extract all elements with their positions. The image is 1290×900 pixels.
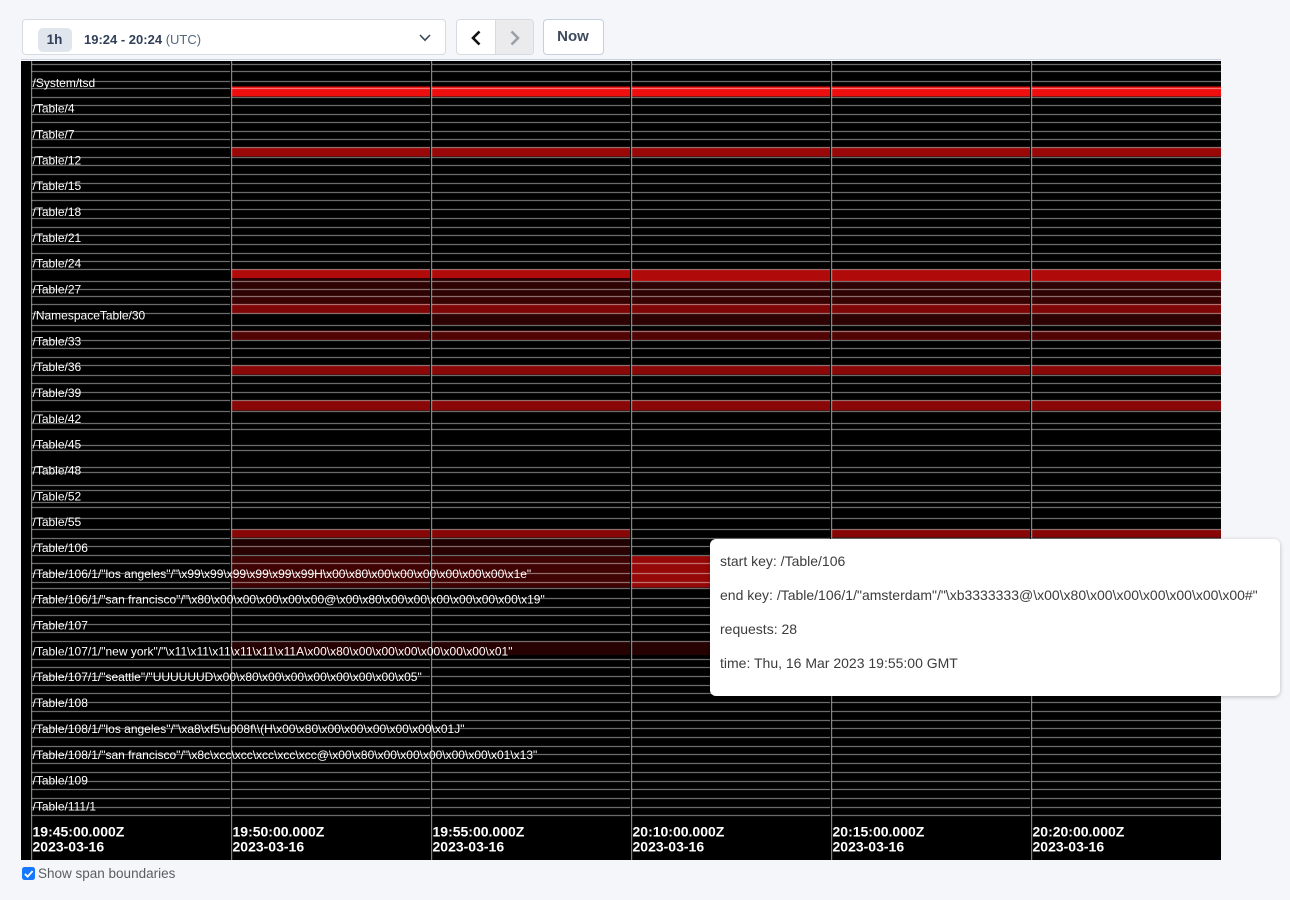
svg-text:/Table/108/1/"san francisco"/": /Table/108/1/"san francisco"/"\x8c\xcc\x… [33, 748, 538, 762]
svg-text:/Table/7: /Table/7 [33, 128, 75, 142]
svg-text:/Table/15: /Table/15 [33, 179, 82, 193]
svg-text:/Table/39: /Table/39 [33, 386, 82, 400]
svg-text:/Table/52: /Table/52 [33, 489, 82, 503]
svg-text:/Table/21: /Table/21 [33, 231, 82, 245]
svg-text:2023-03-16: 2023-03-16 [233, 839, 305, 855]
svg-text:2023-03-16: 2023-03-16 [833, 839, 905, 855]
svg-text:/Table/106/1/"los angeles"/"\x: /Table/106/1/"los angeles"/"\x99\x99\x99… [33, 567, 532, 581]
svg-text:/Table/108: /Table/108 [33, 696, 89, 710]
svg-text:/Table/109: /Table/109 [33, 774, 89, 788]
svg-text:/Table/107/1/"seattle"/"UUUUUU: /Table/107/1/"seattle"/"UUUUUUD\x00\x80\… [33, 670, 422, 684]
svg-text:19:55:00.000Z: 19:55:00.000Z [433, 824, 525, 840]
svg-text:/Table/42: /Table/42 [33, 412, 82, 426]
svg-text:/Table/106: /Table/106 [33, 541, 89, 555]
svg-text:/Table/107: /Table/107 [33, 619, 89, 633]
svg-text:/Table/36: /Table/36 [33, 360, 82, 374]
svg-text:20:20:00.000Z: 20:20:00.000Z [1033, 824, 1125, 840]
svg-text:/System/tsd: /System/tsd [33, 76, 96, 90]
svg-text:/Table/27: /Table/27 [33, 283, 82, 297]
svg-text:/Table/24: /Table/24 [33, 257, 82, 271]
svg-text:/Table/33: /Table/33 [33, 334, 82, 348]
svg-text:/NamespaceTable/30: /NamespaceTable/30 [33, 308, 146, 322]
svg-text:/Table/55: /Table/55 [33, 515, 82, 529]
svg-text:19:50:00.000Z: 19:50:00.000Z [233, 824, 325, 840]
svg-text:/Table/107/1/"new york"/"\x11\: /Table/107/1/"new york"/"\x11\x11\x11\x1… [33, 644, 513, 658]
svg-text:19:45:00.000Z: 19:45:00.000Z [33, 824, 125, 840]
svg-text:/Table/45: /Table/45 [33, 438, 82, 452]
svg-text:/Table/108/1/"los angeles"/"\x: /Table/108/1/"los angeles"/"\xa8\xf5\u00… [33, 722, 465, 736]
svg-text:20:15:00.000Z: 20:15:00.000Z [833, 824, 925, 840]
svg-text:/Table/4: /Table/4 [33, 102, 75, 116]
svg-text:20:10:00.000Z: 20:10:00.000Z [633, 824, 725, 840]
svg-text:/Table/12: /Table/12 [33, 153, 82, 167]
svg-text:/Table/18: /Table/18 [33, 205, 82, 219]
svg-text:2023-03-16: 2023-03-16 [433, 839, 505, 855]
svg-text:2023-03-16: 2023-03-16 [33, 839, 105, 855]
svg-text:2023-03-16: 2023-03-16 [633, 839, 705, 855]
svg-text:/Table/106/1/"san francisco"/": /Table/106/1/"san francisco"/"\x80\x00\x… [33, 593, 545, 607]
svg-text:2023-03-16: 2023-03-16 [1033, 839, 1105, 855]
svg-text:/Table/48: /Table/48 [33, 464, 82, 478]
svg-text:/Table/111/1: /Table/111/1 [33, 800, 97, 814]
